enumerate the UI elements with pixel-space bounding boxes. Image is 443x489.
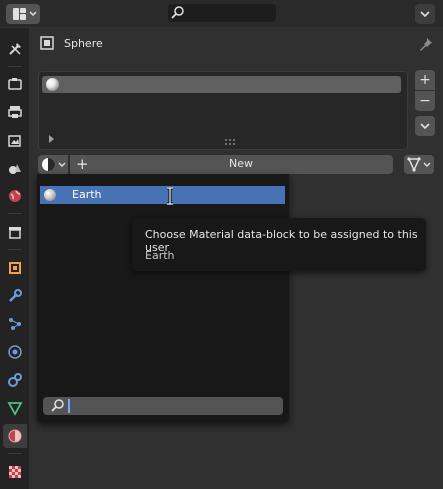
material-preview-icon bbox=[44, 189, 56, 201]
tab-data[interactable] bbox=[3, 396, 27, 420]
printer-icon bbox=[8, 106, 22, 118]
popup-search-input[interactable] bbox=[43, 397, 283, 415]
material-slot-icon bbox=[46, 78, 59, 91]
tab-render[interactable] bbox=[3, 72, 27, 96]
tooltip-title: Choose Material data-block to be assigne… bbox=[145, 228, 418, 254]
tab-texture[interactable] bbox=[3, 460, 27, 484]
object-square-icon bbox=[9, 262, 21, 274]
wrench-icon bbox=[9, 289, 22, 302]
object-name: Sphere bbox=[64, 37, 103, 50]
tab-physics[interactable] bbox=[3, 340, 27, 364]
box-icon bbox=[9, 227, 21, 239]
properties-tab-column bbox=[0, 28, 29, 489]
remove-slot-button[interactable]: − bbox=[415, 91, 435, 111]
new-material-label: New bbox=[229, 157, 253, 170]
material-browse-popup bbox=[37, 174, 289, 422]
tab-world[interactable] bbox=[3, 184, 27, 208]
editor-type-button[interactable] bbox=[6, 4, 40, 24]
scene-cone-sphere-icon bbox=[9, 164, 21, 174]
header-menu-button[interactable] bbox=[415, 4, 435, 24]
pin-button[interactable] bbox=[418, 36, 434, 55]
tab-modifiers[interactable] bbox=[3, 284, 27, 308]
world-globe-icon bbox=[9, 190, 21, 202]
tab-constraints[interactable] bbox=[3, 368, 27, 392]
add-slot-button[interactable]: + bbox=[415, 70, 435, 90]
tab-scene[interactable] bbox=[3, 156, 27, 180]
tab-output[interactable] bbox=[3, 100, 27, 124]
tab-view-layer[interactable] bbox=[3, 128, 27, 152]
slot-specials-button[interactable] bbox=[415, 116, 435, 136]
expand-arrow-icon[interactable] bbox=[48, 134, 56, 147]
properties-editor-icon bbox=[13, 8, 37, 20]
object-square-icon bbox=[40, 36, 54, 50]
text-caret bbox=[68, 399, 70, 413]
tab-particles[interactable] bbox=[3, 312, 27, 336]
wrench-screwdriver-icon bbox=[9, 43, 21, 55]
camera-back-icon bbox=[8, 78, 22, 90]
node-tree-button[interactable] bbox=[404, 155, 434, 174]
tab-object[interactable] bbox=[3, 256, 27, 280]
chevron-down-icon bbox=[420, 11, 430, 18]
material-sphere-icon bbox=[42, 158, 55, 171]
image-stack-icon bbox=[8, 135, 21, 147]
tab-tool[interactable] bbox=[3, 37, 27, 61]
chevron-down-icon bbox=[58, 162, 66, 167]
chevron-down-icon bbox=[420, 123, 430, 130]
material-sphere-icon bbox=[8, 429, 22, 443]
tab-collection[interactable] bbox=[3, 220, 27, 244]
mesh-triangle-icon bbox=[7, 402, 23, 416]
plus-icon: + bbox=[76, 155, 89, 173]
node-tree-icon bbox=[407, 157, 431, 172]
material-slot-row[interactable] bbox=[42, 76, 401, 93]
material-item-label: Earth bbox=[72, 188, 102, 201]
browse-material-button[interactable] bbox=[38, 155, 68, 174]
constraint-icon bbox=[8, 373, 22, 387]
checker-icon bbox=[9, 466, 21, 478]
header-search-input[interactable] bbox=[168, 4, 276, 22]
object-icon bbox=[40, 36, 54, 53]
resize-grip-icon[interactable] bbox=[224, 136, 238, 149]
text-cursor-icon bbox=[165, 186, 175, 208]
tab-material[interactable] bbox=[3, 424, 27, 448]
particles-icon bbox=[9, 318, 21, 330]
search-icon bbox=[171, 6, 184, 19]
physics-orbit-icon bbox=[8, 345, 22, 359]
pin-icon bbox=[420, 38, 432, 51]
tooltip-subtitle: Earth bbox=[145, 249, 175, 262]
search-icon bbox=[51, 399, 64, 412]
